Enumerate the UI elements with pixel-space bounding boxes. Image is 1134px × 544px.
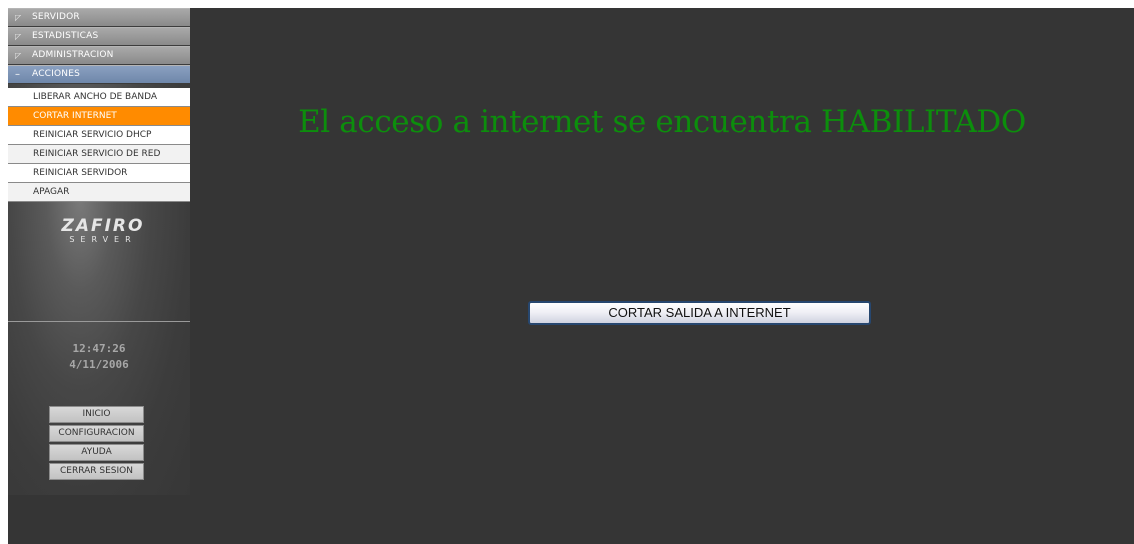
action-label: REINICIAR SERVICIO DE RED bbox=[33, 149, 161, 159]
menu-label: ADMINISTRACION bbox=[32, 50, 114, 60]
action-label: CORTAR INTERNET bbox=[33, 111, 117, 121]
action-reiniciar-servicio-dhcp[interactable]: REINICIAR SERVICIO DHCP bbox=[8, 126, 190, 145]
action-apagar[interactable]: APAGAR bbox=[8, 183, 190, 202]
menu-estadisticas[interactable]: ◸ ESTADISTICAS bbox=[8, 27, 190, 46]
action-liberar-ancho-de-banda[interactable]: LIBERAR ANCHO DE BANDA bbox=[8, 88, 190, 107]
action-label: APAGAR bbox=[33, 187, 70, 197]
clock-date: 4/11/2006 bbox=[69, 358, 129, 371]
triangle-icon: ◸ bbox=[15, 32, 22, 41]
menu-label: ESTADISTICAS bbox=[32, 31, 99, 41]
clock-time: 12:47:26 bbox=[72, 342, 126, 355]
minus-icon: – bbox=[15, 69, 21, 80]
sidebar: ◸ SERVIDOR ◸ ESTADISTICAS ◸ ADMINISTRACI… bbox=[8, 8, 190, 495]
cerrar-sesion-button[interactable]: CERRAR SESION bbox=[49, 463, 144, 480]
menu-acciones[interactable]: – ACCIONES bbox=[8, 65, 190, 84]
action-label: REINICIAR SERVIDOR bbox=[33, 168, 128, 178]
menu-administracion[interactable]: ◸ ADMINISTRACION bbox=[8, 46, 190, 65]
action-label: LIBERAR ANCHO DE BANDA bbox=[33, 92, 158, 102]
cortar-salida-internet-button[interactable]: CORTAR SALIDA A INTERNET bbox=[528, 301, 871, 325]
inicio-button[interactable]: INICIO bbox=[49, 406, 144, 423]
logo-wordmark: ZAFIRO bbox=[61, 216, 145, 236]
sidebar-divider bbox=[8, 321, 190, 322]
triangle-icon: ◸ bbox=[15, 13, 22, 22]
menu-label: SERVIDOR bbox=[32, 12, 80, 22]
app-frame: ◸ SERVIDOR ◸ ESTADISTICAS ◸ ADMINISTRACI… bbox=[8, 8, 1134, 544]
action-reiniciar-servicio-de-red[interactable]: REINICIAR SERVICIO DE RED bbox=[8, 145, 190, 164]
ayuda-button[interactable]: AYUDA bbox=[49, 444, 144, 461]
clock: 12:47:26 4/11/2006 bbox=[8, 341, 190, 373]
zafiro-server-logo: ZAFIRO SERVER bbox=[48, 216, 158, 244]
menu-servidor[interactable]: ◸ SERVIDOR bbox=[8, 8, 190, 27]
menu-label: ACCIONES bbox=[32, 69, 81, 79]
logo-subtitle: SERVER bbox=[69, 235, 137, 244]
triangle-icon: ◸ bbox=[15, 51, 22, 60]
configuracion-button[interactable]: CONFIGURACION bbox=[49, 425, 144, 442]
action-reiniciar-servidor[interactable]: REINICIAR SERVIDOR bbox=[8, 164, 190, 183]
internet-status-message: El acceso a internet se encuentra HABILI… bbox=[298, 104, 1026, 140]
action-label: REINICIAR SERVICIO DHCP bbox=[33, 130, 152, 140]
action-cortar-internet[interactable]: CORTAR INTERNET bbox=[8, 107, 190, 126]
